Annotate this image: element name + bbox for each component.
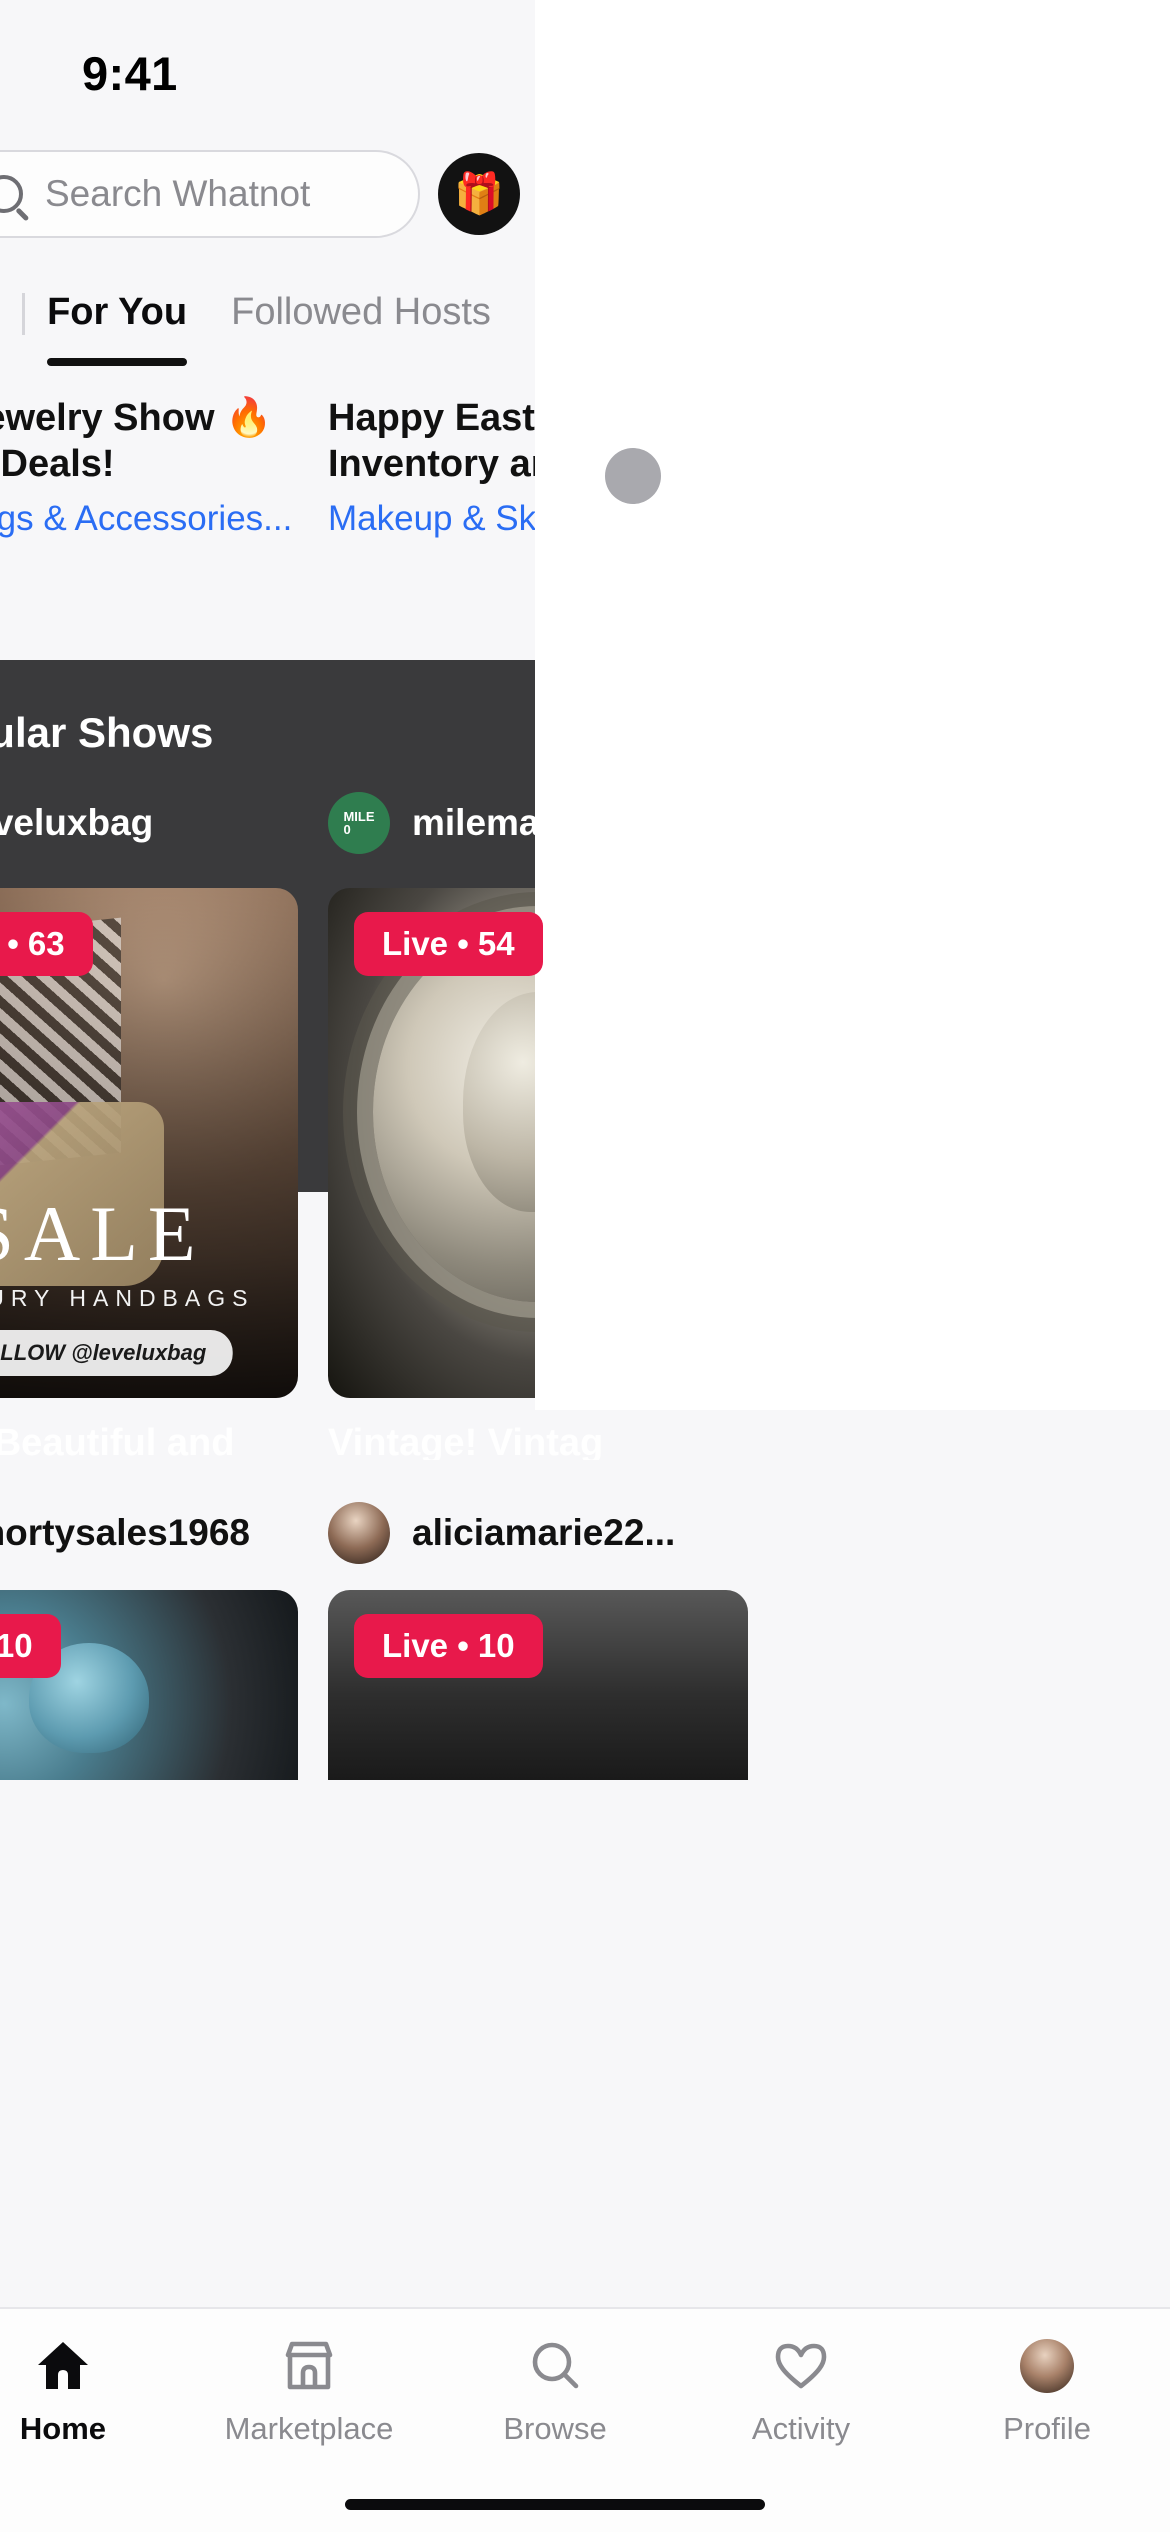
overlay-subtitle: LUXURY HANDBAGS [0, 1285, 255, 1311]
nav-item-browse[interactable]: Browse [432, 2337, 678, 2447]
milemarker-logo-icon: MILE 0 [328, 792, 390, 854]
search-placeholder: Search Whatnot [45, 173, 311, 214]
browse-icon [526, 2337, 584, 2395]
profile-avatar [1018, 2337, 1076, 2395]
nav-label-marketplace: Marketplace [224, 2411, 394, 2446]
tab-divider [22, 293, 26, 335]
thumbnail-overlay-text: SALE LUXURY HANDBAGS [0, 1195, 298, 1312]
heart-icon [772, 2337, 830, 2395]
next-shows-section: shortysales1968 aliciamarie22... Live • … [0, 1460, 1170, 1780]
marketplace-icon [280, 2337, 338, 2395]
nav-label-activity: Activity [751, 2411, 851, 2446]
status-bar-time: 9:41 [82, 47, 178, 100]
show-card[interactable]: Live • 10 [0, 1590, 298, 1780]
host-row-item[interactable]: shortysales1968 [0, 1502, 298, 1564]
show-thumbnail[interactable]: Live • 10 [0, 1590, 298, 1780]
show-thumbnail[interactable]: Live • 10 [328, 1590, 748, 1780]
search-input[interactable]: Search Whatnot [0, 150, 420, 238]
host-row-item[interactable]: aliciamarie22... [328, 1502, 748, 1564]
section-title: opular Shows [0, 709, 214, 756]
gift-button[interactable]: 🎁 [438, 153, 520, 235]
search-icon [0, 175, 23, 213]
home-icon [34, 2337, 92, 2395]
gift-icon: 🎁 [454, 172, 504, 216]
live-badge: Live • 54 [354, 912, 543, 976]
next-shows-host-row: shortysales1968 aliciamarie22... [0, 1502, 1170, 1564]
tab-for-you[interactable]: For You [47, 291, 188, 366]
nav-label-home: Home [19, 2411, 107, 2446]
nav-item-profile[interactable]: Profile [924, 2337, 1170, 2447]
user-avatar [328, 1502, 390, 1564]
overlay-sheet [535, 0, 1170, 1410]
host-username[interactable]: aliciamarie22... [412, 1512, 675, 1554]
live-badge: Live • 10 [354, 1614, 543, 1678]
host-row-item[interactable]: leveluxbag [0, 792, 298, 854]
tab-followed-hosts[interactable]: Followed Hosts [231, 291, 491, 338]
next-shows-thumbnails: Live • 10 Live • 10 [0, 1590, 1170, 1780]
loading-dot-indicator [605, 448, 661, 504]
show-thumbnail[interactable]: Live • 63 SALE LUXURY HANDBAGS FOLLOW @l… [0, 888, 298, 1398]
overlay-title: SALE [0, 1190, 206, 1277]
nav-item-home[interactable]: Home [0, 2337, 186, 2447]
nav-item-marketplace[interactable]: Marketplace [186, 2337, 432, 2447]
home-indicator [345, 2499, 765, 2510]
show-category-link[interactable]: xury Bags & Accessories... [0, 499, 298, 539]
live-badge: Live • 10 [0, 1614, 61, 1678]
nav-item-activity[interactable]: Activity [678, 2337, 924, 2447]
show-title-line1: ny’s Jewelry Show 🔥 [0, 397, 273, 439]
follow-pill: FOLLOW @leveluxbag [0, 1330, 233, 1376]
show-card[interactable]: Live • 10 [328, 1590, 748, 1780]
show-card[interactable]: ny’s Jewelry Show 🔥 eals & Deals! xury B… [0, 395, 298, 538]
host-username[interactable]: shortysales1968 [0, 1512, 250, 1554]
nav-label-profile: Profile [1003, 2411, 1091, 2446]
nav-label-browse: Browse [503, 2411, 607, 2446]
host-username[interactable]: leveluxbag [0, 802, 153, 844]
live-badge: Live • 63 [0, 912, 93, 976]
show-title-line2: eals & Deals! [0, 443, 115, 485]
